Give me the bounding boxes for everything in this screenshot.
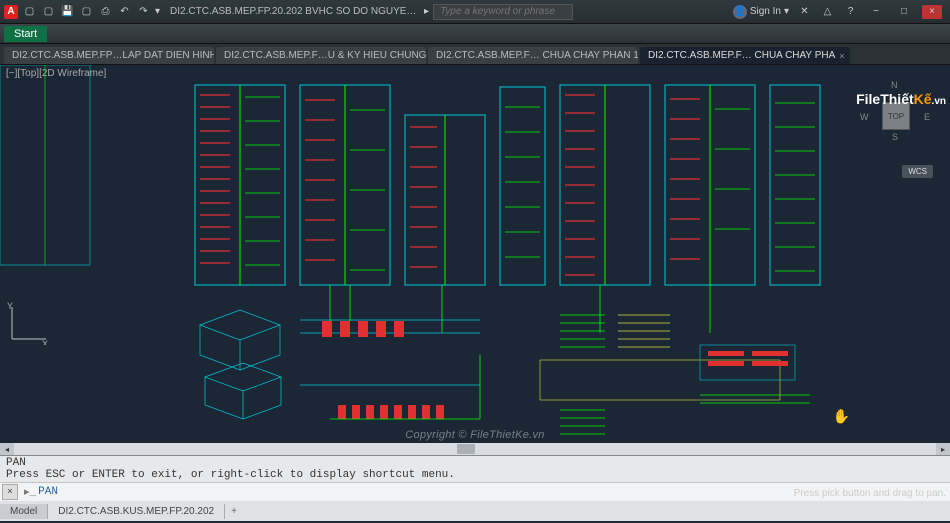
drawing-viewport[interactable]: [−][Top][2D Wireframe] (0, 65, 950, 443)
file-tab-label: DI2.CTC.ASB.MEP.F…U & KY HIEU CHUNG* (224, 50, 426, 61)
file-tab-label: DI2.CTC.ASB.MEP.F… CHUA CHAY PHA (648, 50, 835, 61)
cmd-line2: Press ESC or ENTER to exit, or right-cli… (6, 469, 944, 481)
qat-redo-icon[interactable]: ↷ (136, 4, 151, 19)
signin-label: Sign In (750, 6, 781, 17)
title-arrow-icon[interactable]: ▸ (424, 6, 429, 17)
signin-chevron-icon: ▾ (784, 6, 789, 17)
viewcube-w[interactable]: W (860, 112, 869, 122)
file-tab[interactable]: DI2.CTC.ASB.MEP.F…U & KY HIEU CHUNG*× (216, 47, 426, 64)
pan-cursor-icon: ✋ (833, 408, 850, 425)
qat-save-icon[interactable]: 💾 (60, 4, 75, 19)
layout-tab[interactable]: DI2.CTC.ASB.KUS.MEP.FP.20.202 (48, 504, 225, 519)
close-button[interactable]: × (922, 5, 942, 19)
file-tab-label: DI2.CTC.ASB.MEP.F… CHUA CHAY PHAN 1* (436, 50, 638, 61)
signin-button[interactable]: 👤 Sign In ▾ (733, 5, 789, 19)
wcs-badge[interactable]: WCS (902, 165, 933, 178)
ucs-icon: Y X (6, 301, 50, 345)
minimize-button[interactable]: − (866, 5, 886, 19)
command-close-icon[interactable]: × (2, 484, 18, 500)
file-tab[interactable]: DI2.CTC.ASB.MEP.F… CHUA CHAY PHA × (640, 47, 850, 64)
qat-saveas-icon[interactable]: ▢ (79, 4, 94, 19)
qat-open-icon[interactable]: ▢ (41, 4, 56, 19)
search-input[interactable] (433, 4, 573, 20)
svg-text:Y: Y (7, 301, 13, 311)
layout-tab-bar: Model DI2.CTC.ASB.KUS.MEP.FP.20.202 + (0, 501, 950, 521)
status-bar: Press pick button and drag to pan. (794, 488, 946, 499)
title-bar: A ▢ ▢ 💾 ▢ ⎙ ↶ ↷ ▾ DI2.CTC.ASB.MEP.FP.20.… (0, 0, 950, 24)
watermark: Copyright © FileThietKe.vn (405, 429, 544, 441)
command-history: PAN Press ESC or ENTER to exit, or right… (0, 456, 950, 483)
qat-more-icon[interactable]: ▾ (155, 6, 160, 17)
help-icon[interactable]: ? (843, 4, 858, 19)
svg-text:X: X (42, 339, 48, 345)
qat-plot-icon[interactable]: ⎙ (98, 4, 113, 19)
model-tab[interactable]: Model (0, 504, 48, 519)
tab-close-icon[interactable]: × (839, 51, 844, 61)
qat-undo-icon[interactable]: ↶ (117, 4, 132, 19)
qat-new-icon[interactable]: ▢ (22, 4, 37, 19)
window-title: DI2.CTC.ASB.MEP.FP.20.202 BVHC SO DO NGU… (170, 6, 420, 17)
file-tab-label: DI2.CTC.ASB.MEP.FP…LAP DAT DIEN HINH* (12, 50, 214, 61)
cmd-line1: PAN (6, 457, 944, 469)
file-tab[interactable]: DI2.CTC.ASB.MEP.FP…LAP DAT DIEN HINH*× (4, 47, 214, 64)
command-chevron-icon: ▸_ (24, 485, 36, 499)
user-icon: 👤 (733, 5, 747, 19)
file-tab-bar: DI2.CTC.ASB.MEP.FP…LAP DAT DIEN HINH*× D… (0, 44, 950, 65)
scroll-track[interactable] (14, 443, 936, 455)
app-logo[interactable]: A (4, 5, 18, 19)
viewcube-s[interactable]: S (892, 132, 898, 142)
cad-drawing (0, 65, 950, 443)
ribbon: Start (0, 24, 950, 44)
scroll-left-icon[interactable]: ◂ (0, 443, 14, 455)
exchange-icon[interactable]: ✕ (797, 4, 812, 19)
viewcube-e[interactable]: E (924, 112, 930, 122)
maximize-button[interactable]: □ (894, 5, 914, 19)
command-current: PAN (38, 486, 58, 498)
ribbon-start-tab[interactable]: Start (4, 26, 47, 42)
site-logo: FileThiếtKế.vn (856, 91, 946, 107)
a360-icon[interactable]: △ (820, 4, 835, 19)
status-hint: Press pick button and drag to pan. (794, 488, 946, 499)
viewcube-n[interactable]: N (891, 80, 898, 90)
scroll-right-icon[interactable]: ▸ (936, 443, 950, 455)
add-layout-tab[interactable]: + (225, 504, 243, 519)
file-tab[interactable]: DI2.CTC.ASB.MEP.F… CHUA CHAY PHAN 1*× (428, 47, 638, 64)
horizontal-scrollbar[interactable]: ◂ ▸ (0, 443, 950, 455)
scroll-thumb[interactable] (457, 444, 475, 454)
